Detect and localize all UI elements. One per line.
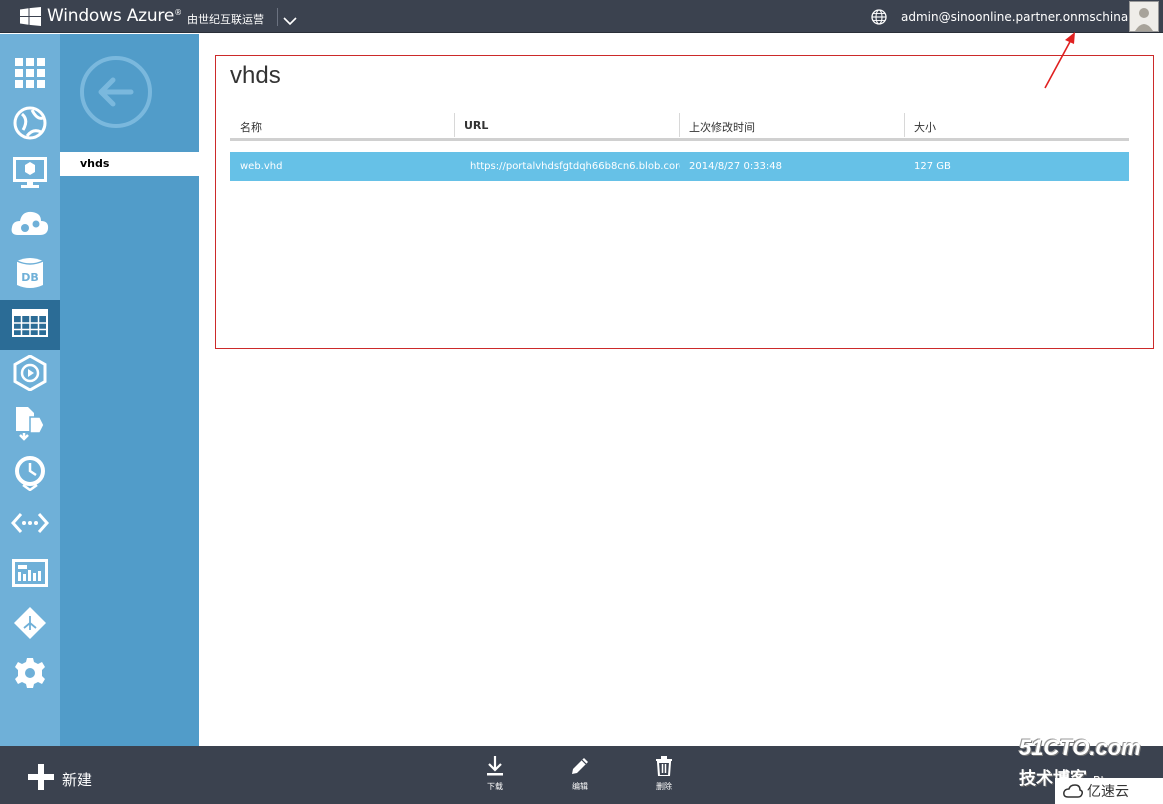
- virtual-machines-icon: [13, 157, 47, 193]
- delete-label: 删除: [656, 782, 672, 791]
- highlight-annotation-box: [215, 55, 1154, 349]
- all-items-icon: [15, 58, 45, 92]
- command-bar: 新建 下载 编辑 删除: [0, 746, 1163, 804]
- download-button[interactable]: 下载: [475, 756, 515, 792]
- operator-label: 由世纪互联运营: [187, 13, 264, 26]
- nav-all-items[interactable]: [0, 50, 60, 100]
- download-icon: [486, 756, 504, 780]
- nav-virtual-machines[interactable]: [0, 150, 60, 200]
- watermark-cloud: 亿速云: [1055, 778, 1163, 804]
- nav-sql-database[interactable]: DB: [0, 250, 60, 300]
- nav-cloud-services[interactable]: [0, 200, 60, 250]
- table-header: 名称 URL 上次修改时间 大小: [230, 113, 1129, 141]
- new-button-label: 新建: [62, 770, 93, 789]
- sub-navigation: vhds: [60, 34, 199, 746]
- nav-scheduler[interactable]: [0, 450, 60, 500]
- nav-web-sites[interactable]: [0, 100, 60, 150]
- subnav-item-label: vhds: [80, 157, 110, 170]
- cell-modified: 2014/8/27 0:33:48: [689, 161, 783, 172]
- edit-button[interactable]: 编辑: [560, 756, 600, 792]
- top-bar: Windows Azure® 由世纪互联运营 admin@sinoonline.…: [0, 0, 1163, 33]
- cloud-services-icon: [10, 207, 50, 243]
- column-separator: [679, 113, 680, 137]
- management-services-icon: [12, 559, 48, 591]
- brand-title[interactable]: Windows Azure®: [47, 6, 182, 26]
- column-header-size[interactable]: 大小: [914, 113, 936, 138]
- traffic-manager-icon: [13, 606, 47, 644]
- service-bus-icon: [14, 405, 46, 445]
- cell-size: 127 GB: [914, 161, 951, 172]
- column-header-name[interactable]: 名称: [240, 113, 262, 138]
- download-label: 下载: [487, 782, 503, 791]
- column-header-url[interactable]: URL: [464, 113, 488, 138]
- nav-networks[interactable]: [0, 500, 60, 550]
- globe-icon[interactable]: [871, 9, 887, 29]
- nav-service-bus[interactable]: [0, 400, 60, 450]
- page-title: vhds: [230, 62, 281, 89]
- web-sites-icon: [13, 106, 47, 144]
- watermark-site: 51CTO.com: [1019, 735, 1141, 760]
- windows-logo-icon[interactable]: [20, 7, 41, 30]
- column-separator: [454, 113, 455, 137]
- table-row[interactable]: web.vhd https://portalvhdsfgtdqh66b8cn6.…: [230, 152, 1129, 181]
- user-account-name[interactable]: admin@sinoonline.partner.onmschina.cn: [901, 10, 1146, 24]
- cell-name: web.vhd: [240, 161, 283, 172]
- delete-button[interactable]: 删除: [644, 756, 684, 792]
- media-services-icon: [13, 354, 47, 395]
- cell-url: https://portalvhdsfgtdqh66b8cn6.blob.cor…: [470, 161, 680, 172]
- service-nav-rail: DB: [0, 34, 60, 746]
- svg-text:DB: DB: [21, 271, 39, 284]
- header-divider: [277, 8, 278, 26]
- trash-icon: [655, 756, 673, 780]
- annotation-arrow: [1044, 32, 1075, 89]
- back-arrow-icon[interactable]: [79, 55, 153, 133]
- scheduler-icon: [14, 455, 46, 495]
- nav-media-services[interactable]: [0, 350, 60, 400]
- chevron-down-icon[interactable]: [283, 11, 297, 30]
- edit-label: 编辑: [572, 782, 588, 791]
- pencil-icon: [570, 758, 590, 780]
- column-header-modified[interactable]: 上次修改时间: [689, 113, 755, 138]
- column-separator: [904, 113, 905, 137]
- storage-icon: [12, 309, 48, 341]
- avatar[interactable]: [1129, 1, 1159, 32]
- settings-icon: [14, 657, 46, 693]
- subnav-item-vhds[interactable]: vhds: [60, 152, 199, 176]
- nav-traffic-manager[interactable]: [0, 600, 60, 650]
- plus-icon: [28, 764, 54, 794]
- nav-management-services[interactable]: [0, 550, 60, 600]
- networks-icon: [10, 512, 50, 538]
- sql-database-icon: DB: [16, 256, 44, 294]
- cloud-logo-icon: [1063, 784, 1083, 798]
- nav-storage[interactable]: [0, 300, 60, 350]
- nav-settings[interactable]: [0, 650, 60, 700]
- new-button[interactable]: 新建: [28, 764, 92, 794]
